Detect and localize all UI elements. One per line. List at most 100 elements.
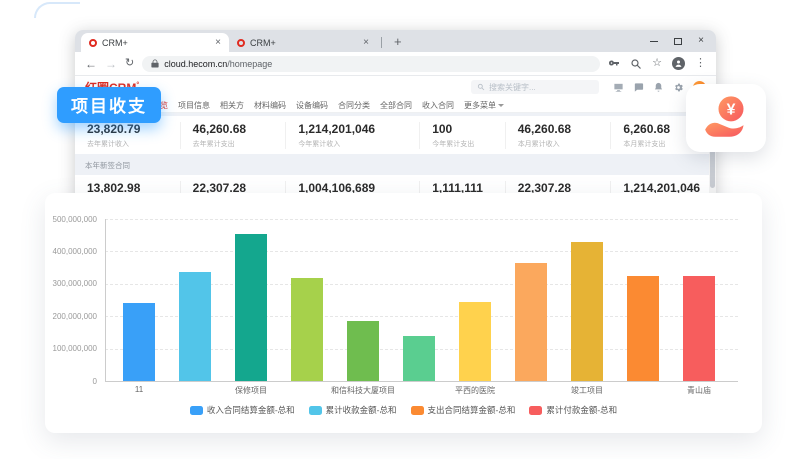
x-axis-tick-label: 青山庙 [644, 385, 754, 396]
stat-value: 46,260.68 [193, 122, 274, 136]
gridline [105, 251, 738, 252]
legend-label: 累计收款金额-总和 [326, 404, 397, 416]
chart-bar[interactable] [291, 278, 323, 381]
nav-item-收入合同[interactable]: 收入合同 [422, 100, 454, 111]
legend-label: 累计付款金额-总和 [546, 404, 617, 416]
chevron-down-icon [498, 104, 504, 107]
minimize-button[interactable] [650, 41, 658, 42]
crm-search-input[interactable]: 搜索关键字... [471, 80, 599, 94]
stat-label: 今年累计支出 [432, 139, 492, 149]
chart-bar[interactable] [123, 303, 155, 381]
gridline [105, 381, 738, 382]
decorative-corner [34, 2, 80, 18]
chart-bar[interactable] [179, 272, 211, 381]
chart-bar[interactable] [571, 242, 603, 381]
chart-bar[interactable] [683, 276, 715, 381]
chart-bar[interactable] [459, 302, 491, 381]
legend-item[interactable]: 累计收款金额-总和 [309, 404, 397, 416]
profile-avatar[interactable] [672, 57, 685, 70]
stat-value: 1,214,201,046 [298, 122, 407, 136]
chart-bar[interactable] [235, 234, 267, 381]
legend-item[interactable]: 支出合同结算金额-总和 [411, 404, 516, 416]
y-axis-tick-label: 500,000,000 [45, 215, 97, 224]
nav-item-全部合同[interactable]: 全部合同 [380, 100, 412, 111]
key-icon[interactable] [608, 58, 620, 70]
forward-button[interactable]: → [105, 58, 117, 70]
stat-cell: 1,214,201,046今年累计收入 [285, 122, 419, 149]
crm-nav: 项目管理 概览项目信息相关方材料编码设备编码合同分类全部合同收入合同更多菜单 [75, 98, 716, 113]
nav-item-更多菜单[interactable]: 更多菜单 [464, 100, 504, 111]
tab-close-icon[interactable]: × [363, 38, 369, 48]
bell-icon[interactable] [653, 82, 664, 93]
stat-cell: 23,820.79 去年累计收入 [75, 122, 180, 149]
tab-divider [381, 37, 382, 48]
y-axis-tick-label: 200,000,000 [45, 312, 97, 321]
chart-bar[interactable] [347, 321, 379, 381]
nav-item-相关方[interactable]: 相关方 [220, 100, 244, 111]
y-axis-tick-label: 100,000,000 [45, 344, 97, 353]
url-host: cloud.hecom.cn [164, 59, 227, 69]
gridline [105, 219, 738, 220]
stat-label: 去年累计收入 [87, 139, 168, 149]
stat-value: 23,820.79 [87, 122, 168, 136]
device-icon[interactable] [613, 82, 624, 93]
browser-tabs: CRM+×CRM+× [81, 33, 377, 52]
browser-toolbar: ← → ↻ cloud.hecom.cn/homepage ☆ ⋮ [75, 52, 716, 76]
stat-cell: 100今年累计支出 [419, 122, 504, 149]
legend-item[interactable]: 累计付款金额-总和 [529, 404, 617, 416]
bookmark-star-icon[interactable]: ☆ [652, 58, 662, 69]
y-axis-line [105, 219, 106, 381]
nav-item-项目信息[interactable]: 项目信息 [178, 100, 210, 111]
tab-close-icon[interactable]: × [215, 38, 221, 48]
legend-swatch-icon [411, 406, 424, 415]
settings-gear-icon[interactable] [673, 82, 684, 93]
legend-swatch-icon [529, 406, 542, 415]
x-axis-tick-label: 保修项目 [196, 385, 306, 396]
browser-tab[interactable]: CRM+ × [229, 33, 377, 52]
legend-label: 收入合同结算金额-总和 [207, 404, 295, 416]
x-axis-tick-label: 和信科技大厦项目 [308, 385, 418, 396]
url-text: cloud.hecom.cn/homepage [164, 59, 272, 69]
stat-label: 本月累计收入 [518, 139, 599, 149]
project-income-expense-badge: 项目收支 [57, 87, 161, 123]
person-icon [674, 59, 683, 68]
y-axis-tick-label: 300,000,000 [45, 279, 97, 288]
stat-value: 46,260.68 [518, 122, 599, 136]
crm-header: 红圈CRM° 搜索关键字... [75, 76, 716, 98]
nav-items: 概览项目信息相关方材料编码设备编码合同分类全部合同收入合同更多菜单 [152, 100, 504, 111]
stat-label: 去年累计支出 [193, 139, 274, 149]
nav-item-材料编码[interactable]: 材料编码 [254, 100, 286, 111]
project-chart-card: 0100,000,000200,000,000300,000,000400,00… [45, 193, 762, 433]
nav-item-合同分类[interactable]: 合同分类 [338, 100, 370, 111]
window-controls: × [638, 30, 716, 52]
legend-swatch-icon [309, 406, 322, 415]
back-button[interactable]: ← [85, 58, 97, 70]
x-axis-tick-label: 11 [84, 385, 194, 394]
nav-item-设备编码[interactable]: 设备编码 [296, 100, 328, 111]
browser-menu-icon[interactable]: ⋮ [695, 58, 706, 69]
reload-button[interactable]: ↻ [125, 58, 134, 69]
chart-bar[interactable] [627, 276, 659, 381]
stat-cell: 46,260.68 本月累计收入 [505, 122, 611, 149]
message-icon[interactable] [633, 82, 644, 93]
x-axis-tick-label: 平西的医院 [420, 385, 530, 396]
screenshot-canvas: CRM+×CRM+× + × ← → ↻ cloud.hecom.cn/home… [0, 0, 792, 459]
legend-item[interactable]: 收入合同结算金额-总和 [190, 404, 295, 416]
url-path: /homepage [227, 59, 272, 69]
address-bar[interactable]: cloud.hecom.cn/homepage [142, 56, 600, 72]
tab-title: CRM+ [250, 38, 358, 48]
chart-bar[interactable] [515, 263, 547, 381]
crm-favicon-icon [237, 39, 245, 47]
new-tab-button[interactable]: + [394, 34, 402, 49]
legend-label: 支出合同结算金额-总和 [428, 404, 516, 416]
section2-title: 本年新签合同 [75, 154, 716, 175]
chart-bar[interactable] [403, 336, 435, 381]
browser-tab[interactable]: CRM+× [81, 33, 229, 52]
maximize-button[interactable] [674, 38, 682, 45]
crm-favicon-icon [89, 39, 97, 47]
close-button[interactable]: × [698, 36, 704, 46]
chart-legend: 收入合同结算金额-总和 累计收款金额-总和 支出合同结算金额-总和 累计付款金额-总和 [45, 404, 762, 416]
search-icon[interactable] [630, 58, 642, 70]
stats-row-1: 23,820.79 去年累计收入 46,260.68 去年累计支出 1,214,201,… [75, 116, 716, 154]
search-icon [477, 83, 485, 91]
